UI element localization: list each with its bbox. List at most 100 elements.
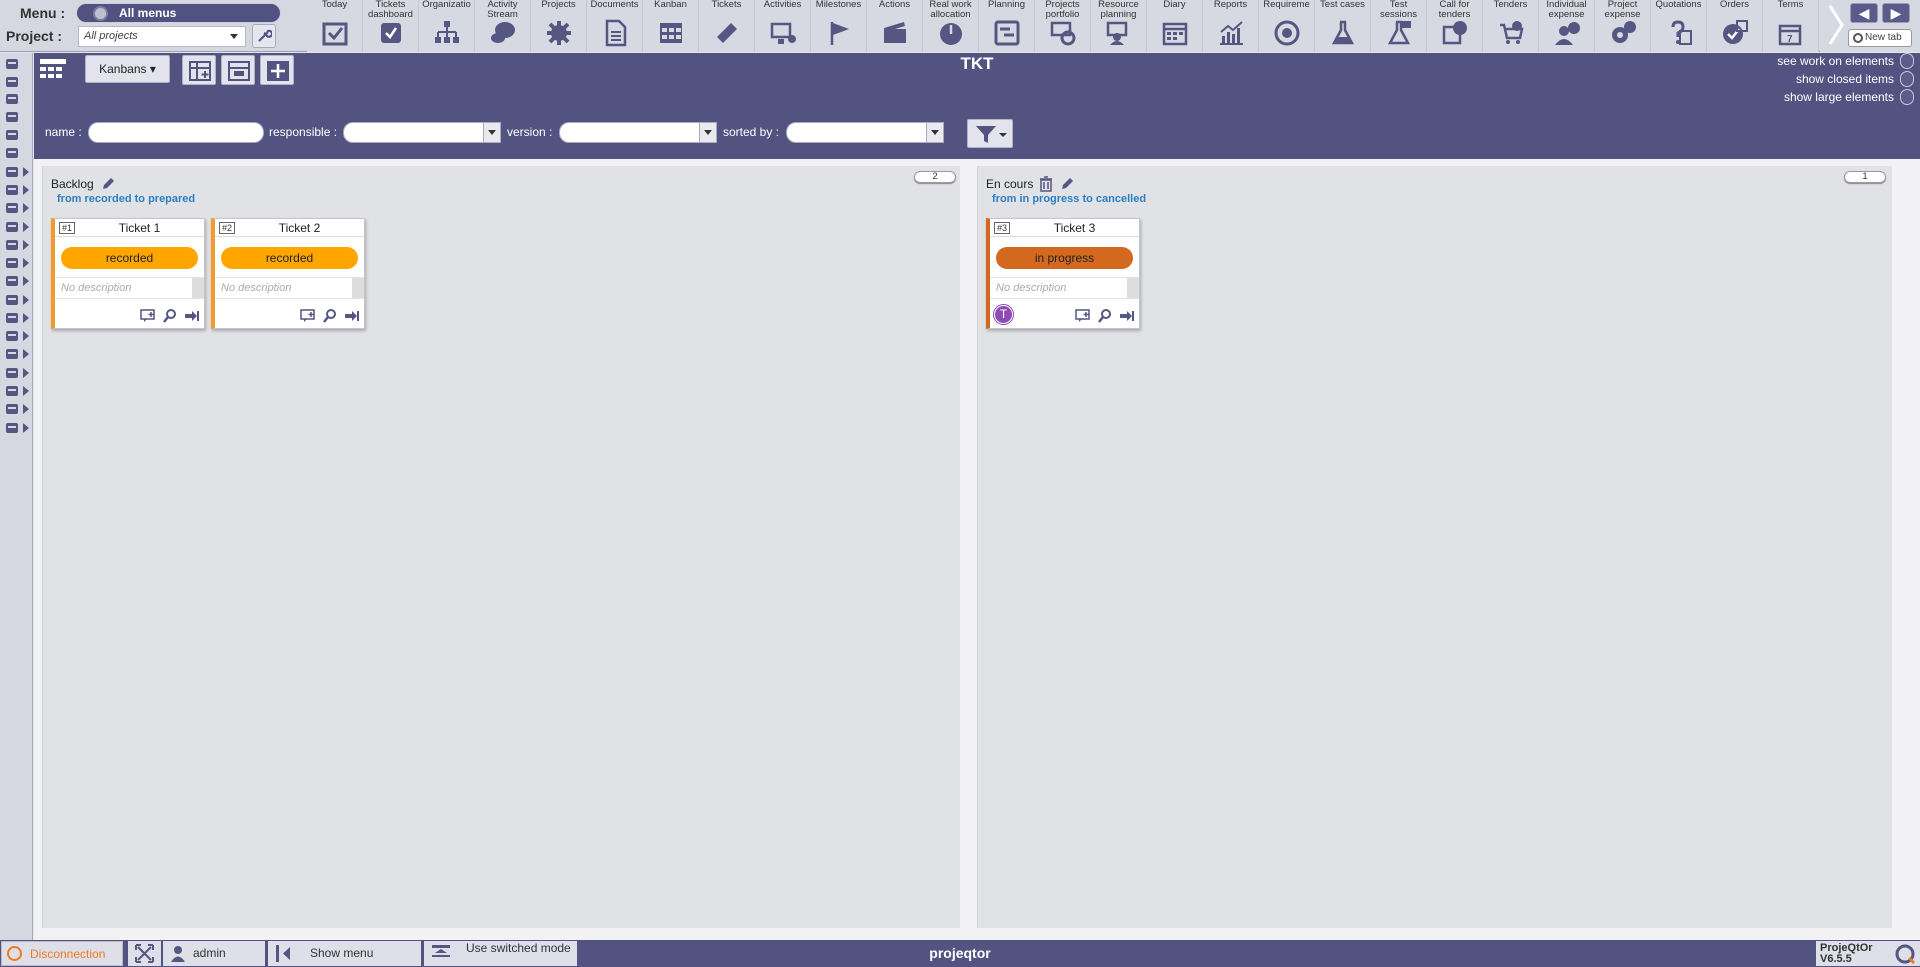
search-icon[interactable] — [1097, 309, 1113, 323]
new-tab-button[interactable]: New tab — [1848, 29, 1912, 47]
toolbar-button-projects[interactable]: Projects — [531, 0, 587, 52]
left-menu-person[interactable] — [3, 400, 29, 418]
left-menu-briefcase[interactable] — [3, 181, 29, 199]
name-filter-input[interactable] — [88, 122, 264, 143]
toggle-switch[interactable] — [1900, 70, 1914, 87]
left-menu-kanban[interactable] — [3, 163, 29, 181]
toolbar-button-activity-stream[interactable]: Activity Stream — [475, 0, 531, 52]
toolbar-button-diary[interactable]: Diary — [1147, 0, 1203, 52]
toolbar-button-portfolio[interactable]: Projects portfolio — [1035, 0, 1091, 52]
move-right-icon[interactable] — [184, 309, 200, 323]
expand-arrow-icon — [23, 368, 29, 378]
left-menu-user-tool[interactable] — [3, 345, 29, 363]
left-menu-globe[interactable] — [3, 327, 29, 345]
toolbar-button-reports[interactable]: Reports — [1203, 0, 1259, 52]
toggle-see-work[interactable]: see work on elements — [1777, 52, 1914, 69]
search-icon[interactable] — [322, 309, 338, 323]
toolbar-button-actions[interactable]: Actions — [867, 0, 923, 52]
top-bar: Menu : All menus Project : All projects … — [0, 0, 1920, 52]
toolbar-button-requirements[interactable]: Requireme — [1259, 0, 1315, 52]
left-menu-box[interactable] — [3, 291, 29, 309]
toolbar-button-quotations[interactable]: Quotations — [1651, 0, 1707, 52]
toolbar-button-resource-planning[interactable]: Resource planning — [1091, 0, 1147, 52]
left-menu-ticket[interactable] — [3, 73, 29, 91]
expand-arrow-icon — [23, 331, 29, 341]
toolbar-button-tickets-dashboard[interactable]: Tickets dashboard — [363, 0, 419, 52]
toggle-see-work-label: see work on elements — [1777, 53, 1894, 68]
back-button[interactable]: ◀ — [1850, 3, 1878, 23]
comment-icon[interactable] — [1075, 309, 1091, 323]
filter-button[interactable] — [967, 119, 1013, 148]
chevron-down-icon[interactable] — [926, 122, 944, 143]
toggle-show-closed[interactable]: show closed items — [1796, 70, 1914, 87]
toolbar-button-organization[interactable]: Organizatio — [419, 0, 475, 52]
forward-button[interactable]: ▶ — [1882, 3, 1910, 23]
toolbar-button-real-work[interactable]: Real work allocation — [923, 0, 979, 52]
search-icon[interactable] — [162, 309, 178, 323]
disconnect-button[interactable]: Disconnection — [1, 941, 123, 966]
comment-icon[interactable] — [140, 309, 156, 323]
toolbar-button-individual-expense[interactable]: Individual expense — [1539, 0, 1595, 52]
left-menu-check[interactable] — [3, 55, 29, 73]
chevron-right-icon[interactable] — [1826, 4, 1846, 46]
left-menu-cloud[interactable] — [3, 254, 29, 272]
left-menu-org[interactable] — [3, 90, 29, 108]
wrench-button[interactable] — [252, 24, 276, 48]
toolbar-button-terms[interactable]: Terms 7 — [1763, 0, 1819, 52]
responsible-select[interactable] — [343, 122, 501, 143]
left-menu-plug[interactable] — [3, 419, 29, 437]
scrollbar[interactable] — [1127, 278, 1139, 298]
toolbar-button-call-for-tenders[interactable]: Call for tenders — [1427, 0, 1483, 52]
pencil-icon[interactable] — [1059, 176, 1075, 192]
toolbar-button-test-cases[interactable]: Test cases — [1315, 0, 1371, 52]
left-menu-stream[interactable] — [3, 108, 29, 126]
left-menu-search[interactable] — [3, 218, 29, 236]
switched-mode-button[interactable]: Use switched mode — [424, 941, 577, 966]
toolbar-button-project-expense[interactable]: Project expense — [1595, 0, 1651, 52]
ticket-card[interactable]: #3 Ticket 3 in progress No description T — [986, 218, 1140, 329]
toggle-show-large[interactable]: show large elements — [1784, 88, 1914, 105]
ticket-card[interactable]: #1 Ticket 1 recorded No description — [51, 218, 205, 329]
toolbar-button-orders[interactable]: Orders — [1707, 0, 1763, 52]
kanban-header: Kanbans ▾ TKT see work on elements show … — [34, 52, 1920, 159]
scrollbar[interactable] — [192, 278, 204, 298]
left-menu-key[interactable] — [3, 382, 29, 400]
toolbar-button-milestones[interactable]: Milestones — [811, 0, 867, 52]
left-menu-toolbox[interactable] — [3, 309, 29, 327]
move-right-icon[interactable] — [344, 309, 360, 323]
menu-select[interactable]: All menus — [76, 3, 281, 23]
toolbar-button-activities[interactable]: Activities — [755, 0, 811, 52]
version-select[interactable] — [559, 122, 717, 143]
sorted-by-select[interactable] — [786, 122, 944, 143]
left-menu-sign[interactable] — [3, 272, 29, 290]
project-select[interactable]: All projects — [78, 26, 246, 47]
kanban-board: Backlog from recorded to prepared 2 #1 T… — [34, 159, 1920, 940]
show-menu-button[interactable]: Show menu — [268, 941, 421, 966]
left-menu-wrench[interactable] — [3, 364, 29, 382]
move-right-icon[interactable] — [1119, 309, 1135, 323]
pencil-icon[interactable] — [100, 176, 116, 192]
toolbar-button-today[interactable]: Today — [307, 0, 363, 52]
chevron-down-icon[interactable] — [699, 122, 717, 143]
left-menu-gear[interactable] — [3, 126, 29, 144]
toolbar-button-planning[interactable]: Planning — [979, 0, 1035, 52]
toolbar-button-test-sessions[interactable]: Test sessions — [1371, 0, 1427, 52]
toolbar-button-kanban[interactable]: Kanban — [643, 0, 699, 52]
column-header: Backlog — [51, 176, 116, 192]
ticket-card[interactable]: #2 Ticket 2 recorded No description — [211, 218, 365, 329]
trash-icon[interactable] — [1039, 176, 1053, 192]
left-menu-eye[interactable] — [3, 199, 29, 217]
left-menu-document[interactable] — [3, 144, 29, 162]
toggle-switch[interactable] — [1900, 88, 1914, 105]
version-info[interactable]: ProjeQtOr V6.5.5 — [1816, 941, 1920, 966]
scrollbar[interactable] — [352, 278, 364, 298]
fullscreen-button[interactable] — [128, 941, 161, 966]
left-menu-folder[interactable] — [3, 236, 29, 254]
toolbar-button-tickets[interactable]: Tickets — [699, 0, 755, 52]
comment-icon[interactable] — [300, 309, 316, 323]
toggle-switch[interactable] — [1900, 52, 1914, 69]
toolbar-button-tenders[interactable]: Tenders — [1483, 0, 1539, 52]
user-button[interactable]: admin — [163, 941, 265, 966]
toolbar-button-documents[interactable]: Documents — [587, 0, 643, 52]
chevron-down-icon[interactable] — [483, 122, 501, 143]
